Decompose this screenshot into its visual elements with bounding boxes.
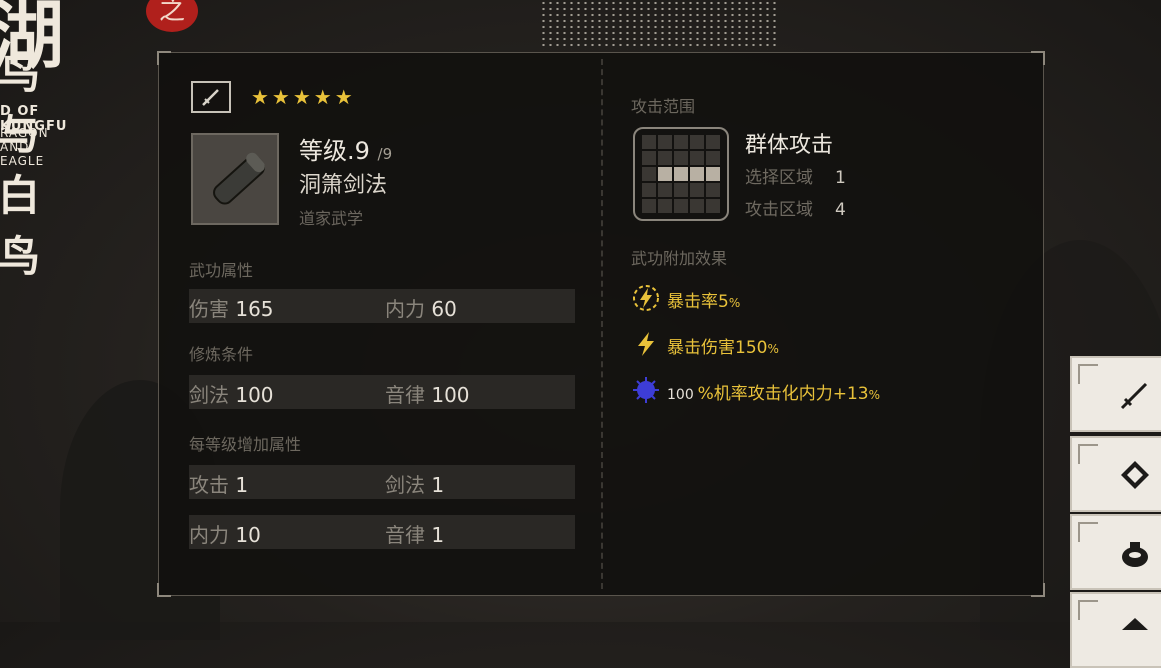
stat-label: 音律 (385, 383, 425, 407)
side-button-weapon[interactable] (1070, 356, 1161, 432)
requirements-row: 剑法 100 音律 100 (189, 375, 575, 409)
stat-label: 内力 (385, 297, 425, 321)
skill-type-badge (191, 81, 231, 113)
lightning-circle-icon (633, 285, 659, 311)
per-level-row: 内力 10 音律 1 (189, 515, 575, 549)
stat-damage: 伤害 165 (189, 293, 274, 322)
per-level-title: 每等级增加属性 (189, 435, 302, 454)
level-value: .9 (347, 137, 370, 165)
stat-value: 10 (235, 523, 261, 547)
stat-label: 内力 (189, 523, 229, 547)
effect-crit-rate: 暴击率5% (627, 279, 1037, 317)
stat-label: 攻击 (189, 473, 229, 497)
skill-scroll-icon (191, 133, 279, 225)
req-sword: 剑法 100 (189, 379, 274, 408)
range-title: 攻击范围 (631, 97, 696, 116)
sword-icon (1120, 382, 1148, 410)
gem-icon (1122, 618, 1148, 630)
attributes-row: 伤害 165 内力 60 (189, 289, 575, 323)
logo-seal: 之 (146, 0, 198, 32)
panel-corner (157, 583, 171, 597)
stat-label: 剑法 (385, 473, 425, 497)
effect-text: 暴击率5% (667, 292, 741, 312)
per-level-sword: 剑法 1 (385, 469, 444, 498)
effect-inner-power: 100 %机率攻击化内力+13% (627, 371, 1037, 409)
select-area-value: 1 (835, 168, 846, 188)
attack-area-label: 攻击区域 (745, 200, 813, 220)
attributes-title: 武功属性 (189, 261, 254, 280)
stat-label: 剑法 (189, 383, 229, 407)
blue-orb-icon (633, 377, 659, 403)
stat-value: 100 (235, 383, 274, 407)
requirements-title: 修炼条件 (189, 345, 254, 364)
stat-label: 音律 (385, 523, 425, 547)
panel-corner (1031, 583, 1045, 597)
skill-level: 等级.9 /9 (299, 131, 392, 166)
panel-corner (157, 51, 171, 65)
select-area-label: 选择区域 (745, 168, 813, 188)
select-area: 选择区域 1 (745, 163, 846, 188)
side-button-book[interactable] (1070, 436, 1161, 512)
stat-inner-power: 内力 60 (385, 293, 457, 322)
panel-corner (1031, 51, 1045, 65)
stat-value: 1 (431, 473, 445, 497)
star-rating: ★★★★★ (251, 85, 356, 109)
per-level-attack: 攻击 1 (189, 469, 248, 498)
effect-crit-damage: 暴击伤害150% (627, 325, 1037, 363)
column-divider (601, 59, 603, 589)
logo-english-line2: RAGON AND EAGLE (0, 126, 49, 168)
sword-icon (202, 89, 219, 106)
stat-value: 60 (431, 297, 457, 321)
effect-text: 100 %机率攻击化内力+13% (667, 384, 880, 404)
level-label: 等级 (299, 137, 347, 165)
stat-label: 伤害 (189, 297, 229, 321)
background-foliage (540, 0, 780, 50)
per-level-music: 音律 1 (385, 519, 444, 548)
lightning-icon (638, 332, 654, 356)
attack-area-value: 4 (835, 200, 846, 220)
per-level-inner-power: 内力 10 (189, 519, 261, 548)
effects-title: 武功附加效果 (631, 249, 728, 268)
book-icon (1121, 461, 1149, 489)
stat-value: 1 (431, 523, 445, 547)
stat-value: 100 (431, 383, 470, 407)
attack-area: 攻击区域 4 (745, 195, 846, 220)
skill-school: 道家武学 (299, 209, 364, 228)
stat-value: 165 (235, 297, 274, 321)
per-level-row: 攻击 1 剑法 1 (189, 465, 575, 499)
effect-text: 暴击伤害150% (667, 338, 779, 358)
pouch-icon (1122, 542, 1148, 567)
range-name: 群体攻击 (745, 133, 834, 158)
side-button-pouch[interactable] (1070, 514, 1161, 590)
attack-range-icon (633, 127, 729, 221)
level-max: /9 (377, 145, 393, 163)
stat-value: 1 (235, 473, 249, 497)
skill-detail-panel: ★★★★★ 等级.9 /9 洞箫剑法 道家武学 武功属性 伤害 165 内力 6… (157, 51, 1045, 597)
skill-name: 洞箫剑法 (299, 173, 388, 198)
req-music: 音律 100 (385, 379, 470, 408)
side-button-gem[interactable] (1070, 592, 1161, 668)
